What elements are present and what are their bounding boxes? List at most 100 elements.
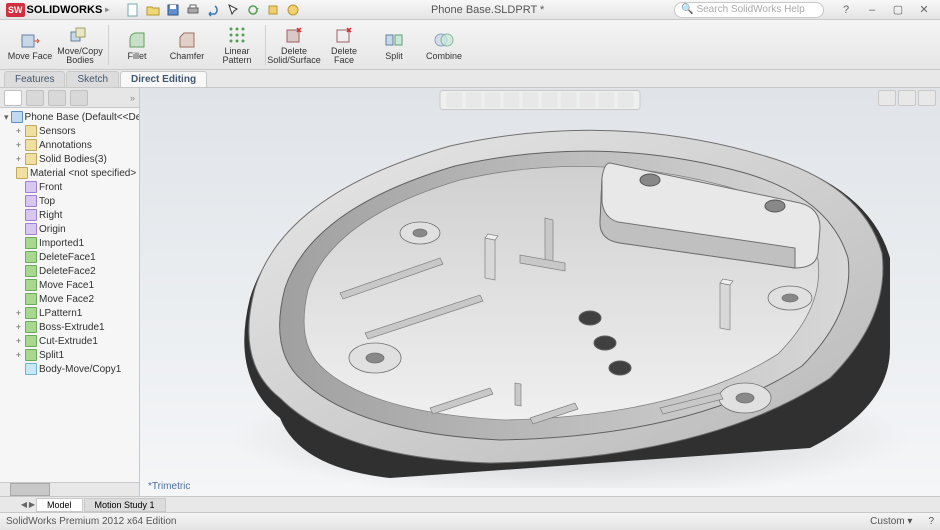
display-style-icon[interactable]: [542, 92, 558, 108]
status-bar: SolidWorks Premium 2012 x64 Edition Cust…: [0, 512, 940, 530]
rebuild-icon[interactable]: [245, 2, 261, 18]
tool-label: Delete Face: [320, 47, 368, 65]
view-settings-icon[interactable]: [618, 92, 634, 108]
tree-node[interactable]: Right: [2, 208, 137, 222]
tool-label: Combine: [426, 52, 462, 61]
tree-node[interactable]: Material <not specified>: [2, 166, 137, 180]
tool-label: Move/Copy Bodies: [56, 47, 104, 65]
delete-face-button[interactable]: Delete Face: [320, 22, 368, 68]
status-question-icon[interactable]: ?: [928, 516, 934, 527]
viewport-close-icon[interactable]: [918, 90, 936, 106]
fillet-button[interactable]: Fillet: [113, 22, 161, 68]
separator: [265, 25, 266, 65]
tree-node[interactable]: Move Face2: [2, 292, 137, 306]
undo-icon[interactable]: [205, 2, 221, 18]
bottom-tab-motion[interactable]: Motion Study 1: [84, 498, 166, 512]
tree-node[interactable]: Origin: [2, 222, 137, 236]
tree-node[interactable]: DeleteFace1: [2, 250, 137, 264]
viewport[interactable]: *Trimetric: [140, 88, 940, 496]
tab-sketch[interactable]: Sketch: [66, 71, 119, 87]
panel-tab-property[interactable]: [26, 90, 44, 106]
menu-dropdown-icon[interactable]: ▸: [105, 5, 109, 14]
tree-node[interactable]: Body-Move/Copy1: [2, 362, 137, 376]
panel-tab-dim[interactable]: [70, 90, 88, 106]
move-copy-button[interactable]: Move/Copy Bodies: [56, 22, 104, 68]
feature-tree[interactable]: ▾Phone Base (Default<<Default> +Sensors …: [0, 108, 139, 482]
viewport-min-icon[interactable]: [878, 90, 896, 106]
move-face-button[interactable]: Move Face: [6, 22, 54, 68]
tab-features[interactable]: Features: [4, 71, 65, 87]
tree-root[interactable]: ▾Phone Base (Default<<Default>: [2, 110, 137, 124]
view-toolbar: [440, 90, 641, 110]
tree-node[interactable]: +Solid Bodies(3): [2, 152, 137, 166]
tree-node[interactable]: +Annotations: [2, 138, 137, 152]
linear-pattern-button[interactable]: Linear Pattern: [213, 22, 261, 68]
help-dropdown-icon[interactable]: [285, 2, 301, 18]
scene-icon[interactable]: [599, 92, 615, 108]
tab-direct-editing[interactable]: Direct Editing: [120, 71, 207, 87]
document-title: Phone Base.SLDPRT *: [301, 4, 674, 16]
bottom-tabs: ◀▶ Model Motion Study 1: [0, 496, 940, 512]
panel-scrollbar[interactable]: [0, 482, 139, 496]
appearance-icon[interactable]: [580, 92, 596, 108]
panel-tab-config[interactable]: [48, 90, 66, 106]
search-icon: 🔍: [681, 4, 693, 15]
logo-badge: SW: [6, 3, 25, 17]
tree-node[interactable]: Imported1: [2, 236, 137, 250]
tool-label: Move Face: [8, 52, 53, 61]
tree-node[interactable]: Top: [2, 194, 137, 208]
app-name: SOLIDWORKS: [27, 4, 103, 16]
scrollbar-thumb[interactable]: [10, 483, 50, 496]
help-icon[interactable]: ?: [834, 3, 858, 17]
close-icon[interactable]: ✕: [912, 3, 936, 17]
view-orient-icon[interactable]: [523, 92, 539, 108]
tree-node[interactable]: +LPattern1: [2, 306, 137, 320]
split-button[interactable]: Split: [370, 22, 418, 68]
status-custom[interactable]: Custom ▾: [870, 516, 912, 527]
tab-nav-arrows[interactable]: ◀▶: [20, 500, 36, 509]
select-icon[interactable]: [225, 2, 241, 18]
tool-label: Chamfer: [170, 52, 205, 61]
ribbon: Move Face Move/Copy Bodies Fillet Chamfe…: [0, 20, 940, 70]
minimize-icon[interactable]: –: [860, 3, 884, 17]
combine-button[interactable]: Combine: [420, 22, 468, 68]
delete-solid-button[interactable]: Delete Solid/Surface: [270, 22, 318, 68]
tree-node[interactable]: Front: [2, 180, 137, 194]
hide-show-icon[interactable]: [561, 92, 577, 108]
open-file-icon[interactable]: [145, 2, 161, 18]
command-tabs: Features Sketch Direct Editing: [0, 70, 940, 88]
tool-label: Split: [385, 52, 403, 61]
section-view-icon[interactable]: [504, 92, 520, 108]
panel-flyout-icon[interactable]: »: [130, 93, 135, 103]
new-file-icon[interactable]: [125, 2, 141, 18]
window-controls: ? – ▢ ✕: [830, 3, 940, 17]
maximize-icon[interactable]: ▢: [886, 3, 910, 17]
save-icon[interactable]: [165, 2, 181, 18]
tool-label: Linear Pattern: [213, 47, 261, 65]
prev-view-icon[interactable]: [485, 92, 501, 108]
tree-node[interactable]: +Sensors: [2, 124, 137, 138]
viewport-corner-controls: [878, 90, 936, 106]
zoom-area-icon[interactable]: [466, 92, 482, 108]
titlebar: SW SOLIDWORKS ▸ Phone Base.SLDPRT * 🔍 Se…: [0, 0, 940, 20]
tree-node[interactable]: Move Face1: [2, 278, 137, 292]
print-icon[interactable]: [185, 2, 201, 18]
main-area: » ▾Phone Base (Default<<Default> +Sensor…: [0, 88, 940, 496]
app-logo: SW SOLIDWORKS ▸: [0, 3, 115, 17]
tree-node[interactable]: +Split1: [2, 348, 137, 362]
zoom-fit-icon[interactable]: [447, 92, 463, 108]
viewport-max-icon[interactable]: [898, 90, 916, 106]
quick-access-toolbar: [125, 2, 301, 18]
options-icon[interactable]: [265, 2, 281, 18]
tree-node[interactable]: +Boss-Extrude1: [2, 320, 137, 334]
bottom-tab-model[interactable]: Model: [36, 498, 83, 512]
chamfer-button[interactable]: Chamfer: [163, 22, 211, 68]
separator: [108, 25, 109, 65]
status-left: SolidWorks Premium 2012 x64 Edition: [6, 516, 176, 527]
search-box[interactable]: 🔍 Search SolidWorks Help: [674, 2, 824, 18]
tree-node[interactable]: DeleteFace2: [2, 264, 137, 278]
tree-node[interactable]: +Cut-Extrude1: [2, 334, 137, 348]
feature-manager-panel: » ▾Phone Base (Default<<Default> +Sensor…: [0, 88, 140, 496]
search-placeholder: Search SolidWorks Help: [696, 4, 804, 15]
panel-tab-feature-tree[interactable]: [4, 90, 22, 106]
